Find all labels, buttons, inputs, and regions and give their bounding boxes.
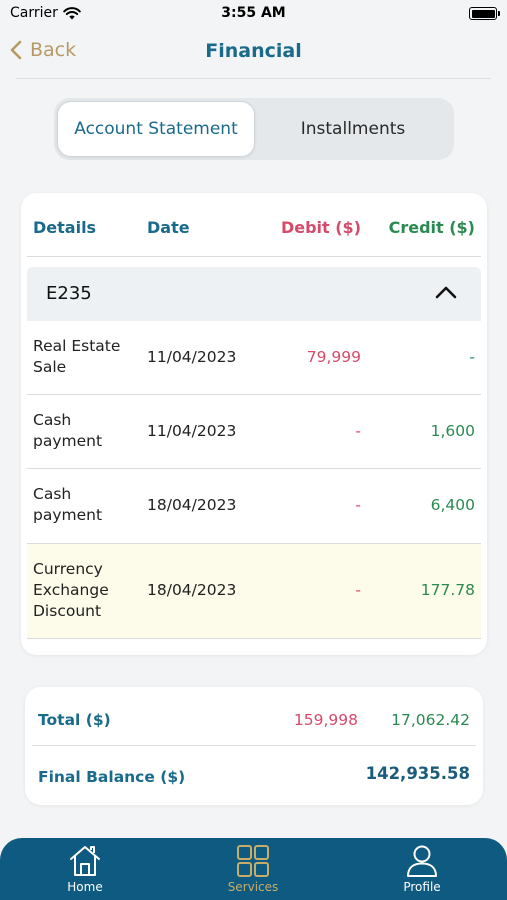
chevron-up-icon: [435, 286, 457, 299]
total-label: Total ($): [38, 711, 111, 729]
final-balance-label: Final Balance ($): [38, 768, 186, 786]
tab-account-statement[interactable]: Account Statement: [57, 101, 255, 157]
row-credit: -: [469, 348, 475, 366]
row-date: 18/04/2023: [147, 581, 237, 599]
totals-card: Total ($) 159,998 17,062.42 Final Balanc…: [25, 687, 483, 805]
row-details: Real Estate Sale: [33, 337, 121, 376]
row-debit: 79,999: [306, 348, 361, 366]
table-row: Cash payment 18/04/2023 - 6,400: [27, 469, 481, 544]
row-details: Cash payment: [33, 485, 103, 524]
battery-icon: [469, 7, 500, 20]
table-header: Details Date Debit ($) Credit ($): [27, 193, 481, 257]
row-date: 11/04/2023: [147, 422, 237, 440]
grid-icon: [237, 845, 269, 877]
tab-profile[interactable]: Profile: [372, 844, 472, 894]
total-credit: 17,062.42: [391, 711, 470, 729]
total-debit: 159,998: [293, 711, 358, 729]
status-time: 3:55 AM: [221, 5, 286, 21]
row-credit: 1,600: [430, 422, 475, 440]
tab-home[interactable]: Home: [35, 844, 135, 894]
tab-services[interactable]: Services: [203, 844, 303, 894]
tab-installments[interactable]: Installments: [255, 101, 451, 157]
tab-bar: Home Services Profile: [0, 838, 507, 900]
row-date: 11/04/2023: [147, 348, 237, 366]
row-debit: -: [355, 581, 361, 599]
header-details: Details: [33, 218, 97, 237]
total-row: Total ($) 159,998 17,062.42: [32, 690, 476, 746]
table-row: Cash payment 11/04/2023 - 1,600: [27, 395, 481, 469]
final-balance-row: Final Balance ($) 142,935.58: [32, 747, 476, 803]
row-debit: -: [355, 422, 361, 440]
tab-home-label: Home: [67, 880, 103, 894]
group-header-e235[interactable]: E235: [27, 267, 481, 321]
header-divider: [16, 78, 491, 79]
segmented-control: Account Statement Installments: [54, 98, 454, 160]
person-icon: [407, 845, 437, 877]
row-credit: 177.78: [420, 581, 475, 599]
table-row: Real Estate Sale 11/04/2023 79,999 -: [27, 321, 481, 395]
page-title: Financial: [205, 40, 302, 62]
row-details: Currency Exchange Discount: [33, 560, 109, 620]
tab-profile-label: Profile: [403, 880, 441, 894]
final-balance-value: 142,935.58: [365, 764, 470, 783]
table-row: Currency Exchange Discount 18/04/2023 - …: [27, 544, 481, 639]
row-credit: 6,400: [430, 496, 475, 514]
statement-card: Details Date Debit ($) Credit ($) E235 R…: [21, 193, 487, 655]
header-debit: Debit ($): [280, 218, 361, 237]
header-date: Date: [147, 218, 190, 237]
status-bar: Carrier 3:55 AM: [0, 0, 507, 28]
row-details: Cash payment: [33, 411, 103, 450]
row-date: 18/04/2023: [147, 496, 237, 514]
nav-header: Back Financial: [0, 28, 507, 78]
home-icon: [70, 846, 100, 876]
group-label: E235: [46, 283, 92, 304]
row-debit: -: [355, 496, 361, 514]
header-credit: Credit ($): [388, 218, 475, 237]
tab-services-label: Services: [227, 880, 279, 894]
